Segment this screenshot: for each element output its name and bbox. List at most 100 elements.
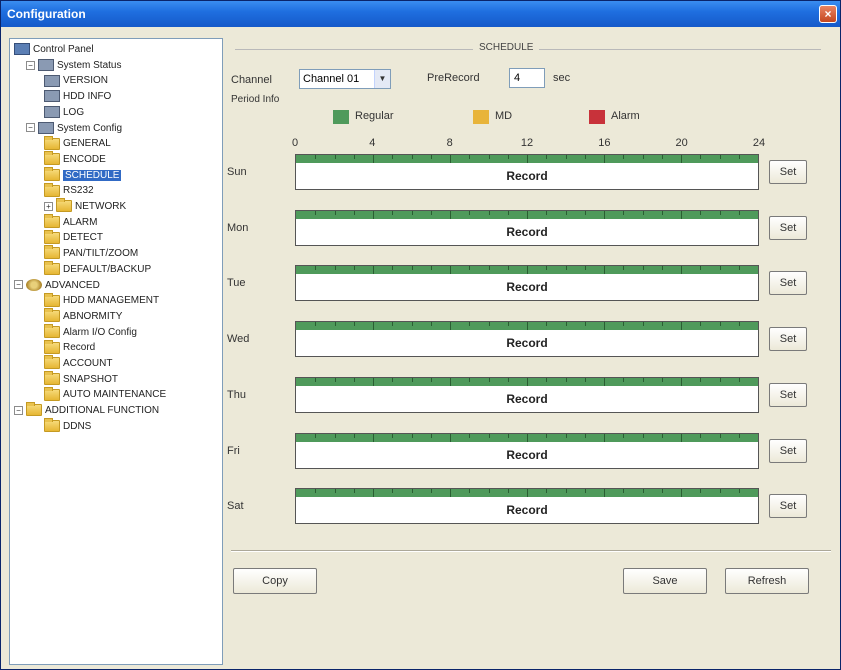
tree-item-label: SNAPSHOT [63, 373, 119, 385]
config-tree[interactable]: Control Panel − System Status VERSION HDD IN… [9, 38, 223, 665]
set-button-sun[interactable]: Set [769, 160, 807, 184]
hour-tick [527, 433, 528, 442]
set-button-tue[interactable]: Set [769, 271, 807, 296]
hour-tick [507, 322, 509, 327]
legend-swatch-md [473, 110, 489, 124]
tree-item-account[interactable]: ACCOUNT [44, 355, 112, 371]
hour-tick [392, 489, 394, 494]
tree-item-advanced[interactable]: − ADVANCED [14, 278, 100, 293]
hour-tick [604, 155, 605, 163]
tree-item-label: ALARM [63, 216, 98, 228]
collapse-icon[interactable]: − [26, 60, 35, 70]
hour-tick [411, 489, 413, 494]
folder-icon [44, 292, 60, 307]
hour-tick [623, 155, 625, 159]
tree-item-label: ENCODE [63, 153, 106, 165]
tree-item-log[interactable]: LOG [44, 105, 84, 120]
day-label-fri: Fri [227, 444, 240, 457]
tree-item-network[interactable]: + NETWORK [44, 198, 127, 214]
tree-item-record[interactable]: Record [44, 339, 95, 355]
record-label: Record [506, 391, 548, 406]
schedule-bar-wed[interactable]: Record [295, 321, 759, 358]
folder-icon [44, 308, 60, 323]
schedule-bar-thu[interactable]: Record [295, 376, 759, 413]
hour-tick [392, 433, 394, 438]
tree-item-system-status[interactable]: − System Status [26, 58, 121, 73]
schedule-bar-mon[interactable]: Record [295, 209, 759, 246]
pc-icon [38, 59, 54, 72]
tree-item-alarm-i-o-config[interactable]: Alarm I/O Config [44, 323, 137, 340]
set-button-mon[interactable]: Set [769, 215, 807, 240]
set-button-sat[interactable]: Set [769, 494, 807, 519]
channel-select[interactable]: Channel 01 ▼ [299, 69, 391, 89]
schedule-bar-tue[interactable]: Record [295, 265, 759, 302]
tree-item-label: AUTO MAINTENANCE [63, 389, 167, 401]
tree-item-label: ADVANCED [45, 279, 100, 291]
hour-tick [604, 489, 605, 498]
pc-icon [44, 74, 60, 87]
set-button-wed[interactable]: Set [769, 327, 807, 352]
copy-button[interactable]: Copy [233, 568, 317, 594]
hour-tick [334, 266, 336, 271]
tree-item-schedule[interactable]: SCHEDULE [44, 166, 122, 183]
tree-item-detect[interactable]: DETECT [44, 229, 103, 245]
schedule-bar-sun[interactable]: Record [295, 154, 759, 190]
tree-item-abnormity[interactable]: ABNORMITY [44, 308, 123, 324]
hour-tick [430, 433, 432, 438]
set-button-thu[interactable]: Set [769, 382, 807, 407]
day-label-mon: Mon [227, 221, 249, 234]
configuration-window: Configuration × Control Panel − System Sta… [0, 0, 841, 670]
collapse-icon[interactable]: − [26, 123, 35, 133]
hour-tick [315, 322, 317, 327]
hour-tick [661, 489, 663, 494]
hour-tick [450, 322, 451, 331]
tree-item-default-backup[interactable]: DEFAULT/BACKUP [44, 261, 151, 277]
hour-tick [604, 266, 605, 275]
record-label: Record [506, 447, 548, 462]
set-button-fri[interactable]: Set [769, 438, 807, 463]
hour-tick [661, 155, 663, 159]
tree-item-additional-function[interactable]: − ADDITIONAL FUNCTION [14, 402, 159, 418]
tree-item-snapshot[interactable]: SNAPSHOT [44, 371, 119, 387]
hour-tick [584, 210, 586, 215]
hour-tick [411, 433, 413, 438]
hour-tick [392, 210, 394, 215]
save-button[interactable]: Save [623, 568, 707, 594]
collapse-icon[interactable]: − [14, 405, 23, 415]
tree-item-encode[interactable]: ENCODE [44, 151, 106, 167]
tree-item-hdd-management[interactable]: HDD MANAGEMENT [44, 292, 159, 308]
tree-item-general[interactable]: GENERAL [44, 135, 111, 151]
schedule-bar-sat[interactable]: Record [295, 488, 759, 525]
tree-item-label: NETWORK [75, 201, 127, 212]
legend-label-alarm: Alarm [611, 110, 640, 122]
hour-tick [430, 210, 432, 215]
tree-item-label: RS232 [63, 185, 94, 197]
hour-tick [315, 433, 317, 438]
close-icon[interactable]: × [819, 5, 837, 23]
hour-tick [469, 155, 471, 159]
tree-item-system-config[interactable]: − System Config [26, 121, 122, 136]
hour-tick [681, 489, 682, 498]
prerecord-input[interactable]: 4 [509, 68, 545, 88]
tree-item-hdd-info[interactable]: HDD INFO [44, 89, 111, 104]
folder-icon [44, 229, 60, 244]
tree-item-ddns[interactable]: DDNS [44, 418, 91, 434]
hour-tick [546, 266, 548, 271]
tree-item-pan-tilt-zoom[interactable]: PAN/TILT/ZOOM [44, 245, 138, 261]
tree-item-version[interactable]: VERSION [44, 73, 108, 88]
hour-tick [373, 210, 374, 219]
hour-tick [334, 377, 336, 382]
schedule-bar-fri[interactable]: Record [295, 432, 759, 469]
tree-item-alarm[interactable]: ALARM [44, 214, 98, 230]
hour-tick [719, 433, 721, 438]
tree-item-control-panel[interactable]: Control Panel [14, 42, 94, 57]
expand-icon[interactable]: + [44, 201, 53, 211]
hour-tick [507, 433, 509, 438]
chevron-down-icon[interactable]: ▼ [374, 70, 390, 88]
hour-label: 12 [520, 137, 534, 149]
tree-item-auto-maintenance[interactable]: AUTO MAINTENANCE [44, 386, 167, 402]
refresh-button[interactable]: Refresh [725, 568, 809, 594]
tree-item-rs232[interactable]: RS232 [44, 182, 94, 198]
collapse-icon[interactable]: − [14, 280, 23, 290]
tree-item-label: ABNORMITY [63, 310, 123, 322]
